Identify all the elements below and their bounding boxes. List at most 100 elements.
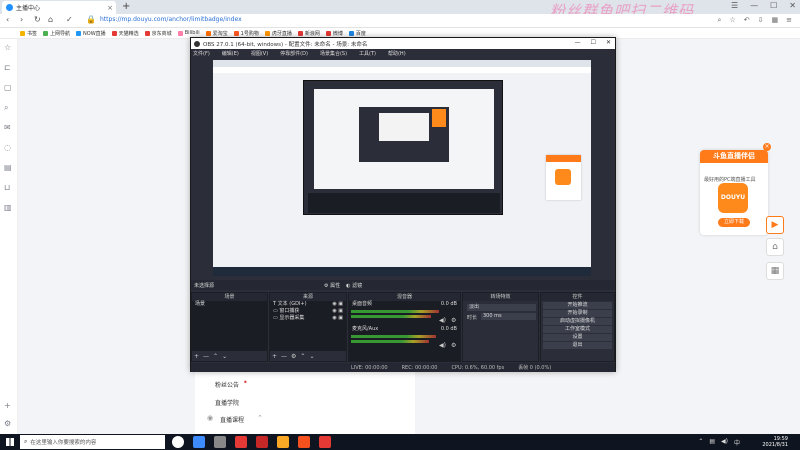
settings-button[interactable]: 设置 <box>543 334 612 341</box>
remove-icon[interactable]: — <box>203 353 209 360</box>
more-icon[interactable]: ≡ <box>786 16 792 25</box>
play-icon[interactable]: ▶ <box>766 216 784 234</box>
taskbar-app-icon[interactable] <box>319 436 331 448</box>
add-icon[interactable]: + <box>194 353 199 360</box>
qrcode-icon[interactable]: ▦ <box>766 262 784 280</box>
source-item[interactable]: T 文本 (GDI+) ◉ ▣ <box>270 301 346 308</box>
studio-mode-button[interactable]: 工作室模式 <box>543 326 612 333</box>
search-icon[interactable]: ⌕ <box>718 16 722 25</box>
forward-icon[interactable]: › <box>20 15 23 24</box>
home-icon[interactable]: ⌂ <box>766 238 784 256</box>
search-icon[interactable]: ⌕ <box>4 103 8 113</box>
taskbar-app-icon[interactable] <box>298 436 310 448</box>
transition-select[interactable]: 淡出 <box>467 304 536 311</box>
minimize-icon[interactable]: — <box>575 39 581 46</box>
chevron-down-icon[interactable]: ⌄ <box>309 353 314 360</box>
add-icon[interactable]: + <box>4 401 11 410</box>
speaker-icon[interactable]: ◀) <box>439 317 446 324</box>
obs-menu-item[interactable]: 停靠部件(D) <box>280 50 308 57</box>
reader-icon[interactable]: ▢ <box>4 83 12 92</box>
bookmark-item[interactable]: 微博 <box>325 30 343 37</box>
cart-icon[interactable]: ⊔ <box>4 183 10 192</box>
obs-menu-item[interactable]: 视图(V) <box>251 50 268 57</box>
bookmark-item[interactable]: 上网导航 <box>43 30 70 37</box>
chevron-up-icon[interactable]: ⌃ <box>213 353 218 360</box>
chevron-up-icon[interactable]: ⌃ <box>698 438 703 447</box>
start-recording-button[interactable]: 开始录制 <box>543 310 612 317</box>
eye-lock-icon[interactable]: ◉ ▣ <box>332 301 343 308</box>
bookmark-item[interactable]: 天猫精选 <box>111 30 139 37</box>
close-icon[interactable]: ✕ <box>606 39 611 46</box>
menu-courses[interactable]: 直播课程 <box>220 415 244 424</box>
refresh-icon[interactable]: ↻ <box>34 15 41 24</box>
filters-button[interactable]: ◐ 滤镜 <box>346 282 362 289</box>
network-icon[interactable]: ▤ <box>709 438 715 447</box>
bookmark-item[interactable]: 1号购物 <box>233 30 259 37</box>
settings-icon[interactable]: ⚙ <box>4 419 11 428</box>
obs-menu-item[interactable]: 编辑(E) <box>222 50 239 57</box>
taskbar-app-icon[interactable] <box>172 436 184 448</box>
source-item[interactable]: ▭ 窗口捕获 ◉ ▣ <box>270 308 346 315</box>
volume-icon[interactable]: ◀) <box>721 438 728 447</box>
taskbar-app-icon[interactable] <box>214 436 226 448</box>
taskbar-app-icon[interactable] <box>193 436 205 448</box>
minimize-icon[interactable]: — <box>750 1 758 10</box>
settings-icon[interactable]: ⚙ <box>291 353 296 360</box>
taskbar-app-icon[interactable] <box>256 436 268 448</box>
download-button[interactable]: 立即下载 <box>718 218 750 227</box>
obs-menu-item[interactable]: 文件(F) <box>193 50 210 57</box>
close-icon[interactable]: ✕ <box>789 1 796 10</box>
maximize-icon[interactable]: ☐ <box>770 1 777 10</box>
chat-icon[interactable]: ◌ <box>4 143 11 152</box>
chevron-down-icon[interactable]: ⌄ <box>222 353 227 360</box>
close-tab-icon[interactable]: × <box>107 4 116 12</box>
windows-start-icon[interactable] <box>6 438 14 446</box>
bookmark-item[interactable]: Bilibili <box>177 30 200 36</box>
bookmark-item[interactable]: 京东商城 <box>144 30 172 37</box>
bookmark-item[interactable]: 爱淘宝 <box>205 30 228 37</box>
chevron-up-icon[interactable]: ⌃ <box>300 353 305 360</box>
message-icon[interactable]: ▤ <box>4 163 12 172</box>
virtual-camera-button[interactable]: 启动虚拟摄像机 <box>543 318 612 325</box>
obs-menu-item[interactable]: 帮助(H) <box>388 50 406 57</box>
menu-icon[interactable]: ☰ <box>731 1 738 10</box>
duration-input[interactable]: 300 ms <box>481 313 536 320</box>
mail-icon[interactable]: ✉ <box>4 123 11 132</box>
add-icon[interactable]: + <box>272 353 277 360</box>
gear-icon[interactable]: ⚙ <box>451 342 456 349</box>
back-icon[interactable]: ‹ <box>6 15 9 24</box>
bookmark-item[interactable]: 新浪网 <box>297 30 320 37</box>
undo-icon[interactable]: ↶ <box>744 16 750 25</box>
obs-preview[interactable] <box>213 60 591 276</box>
speaker-icon[interactable]: ◀) <box>439 342 446 349</box>
taskbar-app-icon[interactable] <box>277 436 289 448</box>
browser-tab[interactable]: 主播中心 × <box>2 1 116 14</box>
star-icon[interactable]: ☆ <box>4 43 11 52</box>
download-icon[interactable]: ⇩ <box>758 16 764 25</box>
maximize-icon[interactable]: ☐ <box>591 39 596 46</box>
url-input[interactable]: https://mp.douyu.com/anchor/limitbadge/i… <box>100 16 242 23</box>
star-icon[interactable]: ☆ <box>729 16 735 25</box>
input-method-icon[interactable]: 中 <box>734 438 740 447</box>
exit-button[interactable]: 退出 <box>543 342 612 349</box>
menu-fan-notice[interactable]: 粉丝公告 <box>215 380 239 389</box>
obs-menu-item[interactable]: 场景集合(S) <box>320 50 347 57</box>
start-streaming-button[interactable]: 开始推流 <box>543 302 612 309</box>
bookmark-icon[interactable]: ⊏ <box>4 63 11 72</box>
bookmark-item[interactable]: 虎牙直播 <box>264 30 292 37</box>
bookmark-item[interactable]: NOW直播 <box>76 30 106 37</box>
source-item[interactable]: ▭ 显示器采集 ◉ ▣ <box>270 315 346 322</box>
notes-icon[interactable]: ▥ <box>4 203 12 212</box>
taskbar-search[interactable]: ⌕ 在这里输入你要搜索的内容 <box>20 435 165 449</box>
scene-item[interactable]: 场景 <box>192 301 267 308</box>
bookmark-item[interactable]: 百度 <box>348 30 366 37</box>
eye-lock-icon[interactable]: ◉ ▣ <box>332 315 343 322</box>
home-icon[interactable]: ⌂ <box>48 15 53 24</box>
bookmark-item[interactable]: 书签 <box>20 30 37 37</box>
taskbar-clock[interactable]: 19:59 2021/8/31 <box>762 436 788 448</box>
extensions-icon[interactable]: ▦ <box>772 16 779 25</box>
promo-close-button[interactable]: × <box>763 143 771 151</box>
menu-academy[interactable]: 直播学院 <box>215 398 239 407</box>
new-tab-button[interactable]: + <box>122 1 130 12</box>
eye-lock-icon[interactable]: ◉ ▣ <box>332 308 343 315</box>
